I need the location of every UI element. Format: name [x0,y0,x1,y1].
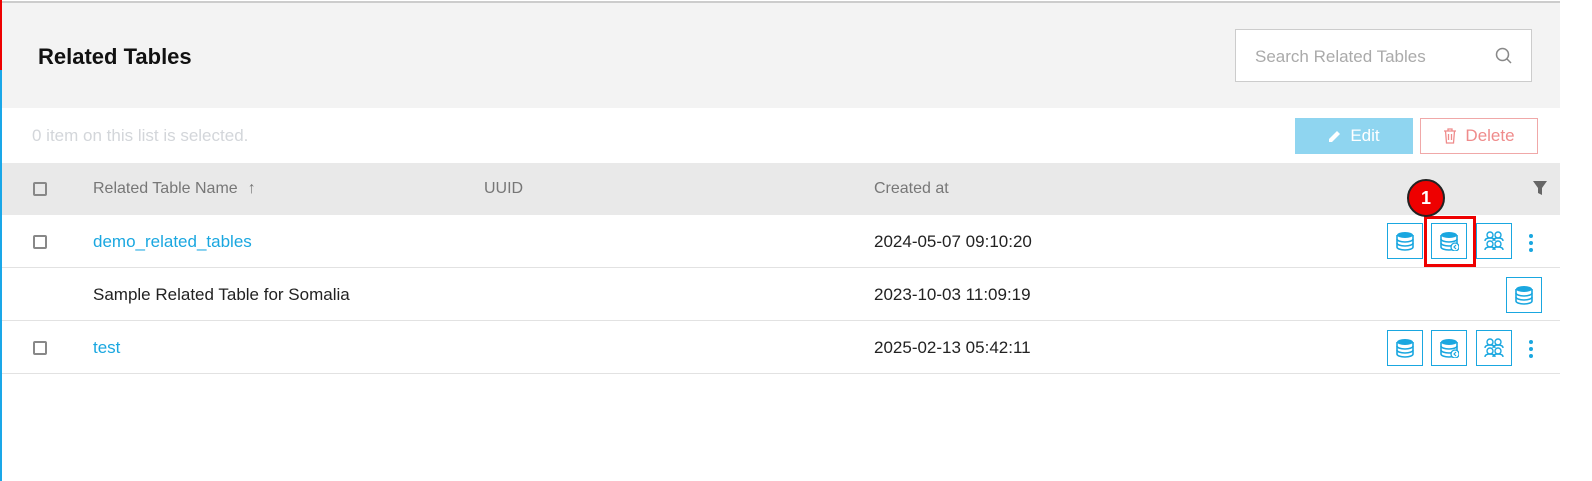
database-icon [1396,231,1414,251]
page-title: Related Tables [38,44,192,69]
search-icon [1495,47,1512,64]
row-created-at: 2025-02-13 05:42:11 [874,338,1031,357]
filter-icon[interactable] [1532,180,1548,196]
database-icon [1396,338,1414,358]
database-export-icon [1439,338,1459,358]
database-export-button[interactable] [1431,330,1467,366]
database-button[interactable] [1387,330,1423,366]
delete-button[interactable]: Delete [1420,118,1538,154]
table-row: test 2025-02-13 05:42:11 [2,321,1560,374]
column-name-label: Related Table Name [93,180,238,197]
table-row: Sample Related Table for Somalia 2023-10… [2,268,1560,321]
column-name[interactable]: Related Table Name ↑ [93,180,256,198]
select-all-checkbox[interactable] [33,182,47,196]
page-header: Related Tables Search Related Tables [2,3,1560,108]
permissions-button[interactable] [1476,223,1512,259]
more-menu-icon[interactable] [1528,234,1534,252]
edit-button[interactable]: Edit [1295,118,1413,154]
trash-icon [1444,128,1457,144]
search-placeholder: Search Related Tables [1255,47,1426,66]
table-row: demo_related_tables 2024-05-07 09:10:20 [2,215,1560,268]
edit-label: Edit [1350,126,1380,145]
selection-status: 0 item on this list is selected. [32,126,249,145]
table-header: Related Table Name ↑ UUID Created at [2,163,1560,215]
column-created-at: Created at [874,180,949,197]
database-button[interactable] [1506,277,1542,313]
users-group-icon [1484,338,1504,358]
database-button[interactable] [1387,223,1423,259]
row-created-at: 2023-10-03 11:09:19 [874,285,1031,304]
delete-label: Delete [1465,126,1515,145]
highlight-box [1424,216,1476,267]
column-uuid: UUID [484,180,524,197]
search-input[interactable]: Search Related Tables [1235,29,1532,82]
row-name: Sample Related Table for Somalia [93,285,350,304]
pencil-icon [1329,131,1341,142]
row-created-at: 2024-05-07 09:10:20 [874,232,1032,251]
row-name-link[interactable]: demo_related_tables [93,232,252,252]
sort-asc-icon: ↑ [247,180,256,197]
database-icon [1515,285,1533,305]
more-menu-icon[interactable] [1528,340,1534,358]
row-name-link[interactable]: test [93,338,120,358]
users-group-icon [1484,231,1504,251]
permissions-button[interactable] [1476,330,1512,366]
row-checkbox[interactable] [33,235,47,249]
row-checkbox[interactable] [33,341,47,355]
annotation-marker: 1 [1407,179,1445,217]
